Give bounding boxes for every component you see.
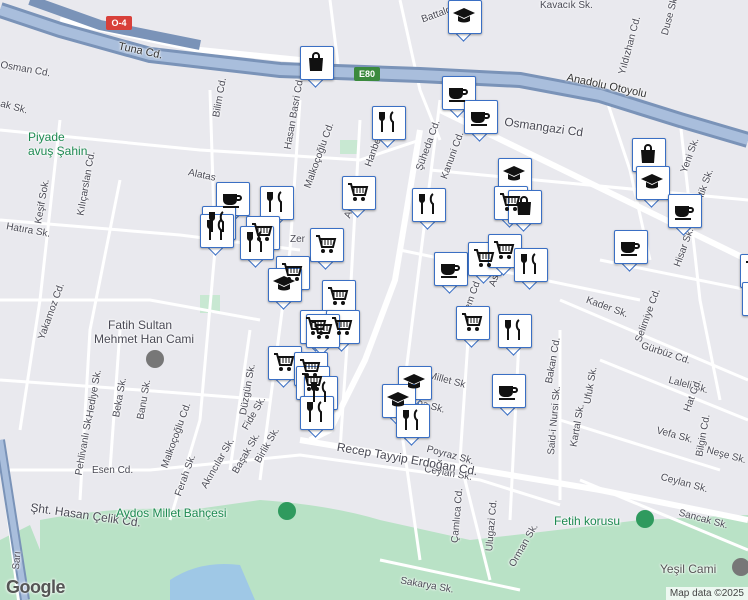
cutlery-icon — [247, 231, 262, 252]
shopping-bag-icon — [641, 144, 655, 163]
place-label: Aydos Millet Bahçesi — [116, 506, 227, 520]
shopping-cart-icon — [274, 353, 295, 371]
map-canvas[interactable]: O-4 E80 Anadolu Otoyolu Tuna Cd. Bilim C… — [0, 0, 748, 600]
place-label: Piyade — [28, 130, 65, 144]
mosque-icon[interactable] — [732, 558, 748, 576]
coffee-cup-icon — [449, 88, 468, 102]
graduation-cap-icon — [273, 276, 295, 291]
place-label: Fatih Sultan — [108, 318, 173, 332]
shopping-cart-marker[interactable] — [456, 306, 490, 348]
coffee-cup-marker[interactable] — [492, 374, 526, 416]
cutlery-icon — [379, 111, 394, 132]
cutlery-marker[interactable] — [396, 404, 430, 446]
graduation-cap-icon — [641, 174, 663, 189]
mosque-icon[interactable] — [146, 350, 164, 368]
shopping-bag-marker[interactable] — [508, 190, 542, 232]
coffee-cup-marker[interactable] — [668, 194, 702, 236]
shopping-bag-icon — [517, 196, 531, 215]
shopping-bag-icon — [309, 52, 323, 71]
place-label: Mehmet Han Cami — [94, 332, 195, 346]
shopping-bag-marker[interactable] — [300, 46, 334, 88]
cutlery-icon — [207, 219, 222, 240]
shopping-cart-icon — [746, 261, 748, 263]
cutlery-icon — [307, 401, 322, 422]
street-label: Sarı — [10, 550, 24, 571]
cutlery-marker[interactable] — [372, 106, 406, 148]
place-label: Yeşil Cami — [660, 562, 717, 576]
shopping-cart-icon — [316, 235, 337, 253]
cutlery-icon — [505, 319, 520, 340]
place-label: Fetih korusu — [554, 514, 621, 528]
graduation-cap-marker[interactable] — [448, 0, 482, 42]
cutlery-icon — [419, 193, 434, 214]
place-label: avuş Şahin — [28, 144, 88, 158]
shopping-cart-icon — [348, 183, 369, 201]
cutlery-marker[interactable] — [498, 314, 532, 356]
coffee-cup-icon — [471, 112, 490, 126]
graduation-cap-marker[interactable] — [636, 166, 670, 208]
coffee-cup-icon — [621, 242, 640, 256]
coffee-cup-marker[interactable] — [614, 230, 648, 272]
shopping-cart-icon — [494, 241, 515, 259]
street-label: Kavacık Sk. — [540, 0, 593, 11]
shopping-cart-icon — [312, 321, 333, 339]
shopping-cart-marker[interactable] — [342, 176, 376, 218]
cutlery-marker[interactable] — [412, 188, 446, 230]
shopping-cart-marker[interactable] — [742, 282, 748, 322]
cutlery-icon — [403, 409, 418, 430]
shopping-cart-icon — [462, 313, 483, 331]
graduation-cap-icon — [453, 8, 475, 23]
coffee-cup-icon — [441, 264, 460, 278]
coffee-cup-icon — [223, 194, 242, 208]
graduation-cap-icon — [503, 166, 525, 181]
cutlery-icon — [521, 253, 536, 274]
street-label: Esen Cd. — [92, 465, 134, 476]
park-icon[interactable] — [278, 502, 296, 520]
highway-shield-e80: E80 — [354, 67, 380, 81]
park-icon[interactable] — [636, 510, 654, 528]
shopping-cart-icon — [328, 287, 349, 305]
coffee-cup-icon — [499, 386, 518, 400]
cutlery-icon — [267, 191, 282, 212]
cutlery-marker[interactable] — [514, 248, 548, 290]
coffee-cup-marker[interactable] — [464, 100, 498, 142]
street-label: Zer — [290, 234, 305, 245]
coffee-cup-marker[interactable] — [434, 252, 468, 294]
shopping-cart-marker[interactable] — [310, 228, 344, 270]
coffee-cup-icon — [675, 206, 694, 220]
map-attribution: Map data ©2025 — [665, 587, 748, 600]
google-logo: Google — [6, 577, 66, 597]
highway-shield-o4: O-4 — [106, 16, 132, 30]
